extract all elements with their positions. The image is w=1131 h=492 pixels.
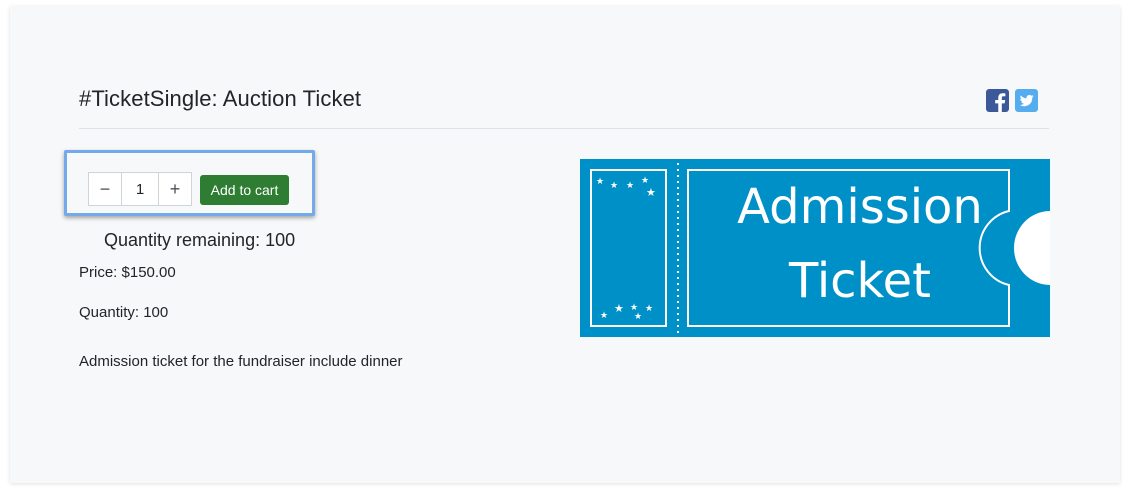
price-text: Price: $150.00 (79, 264, 176, 281)
quantity-remaining: Quantity remaining: 100 (104, 230, 296, 250)
svg-text:★: ★ (596, 177, 604, 187)
svg-text:★: ★ (626, 181, 634, 191)
quantity-text: Quantity: 100 (79, 304, 169, 321)
facebook-icon[interactable] (986, 89, 1009, 112)
quantity-input[interactable]: 1 (121, 173, 159, 205)
ticket-image: ★ ★ ★ ★ ★ ★ ★ ★ ★ ★ Admission Ticket (580, 159, 1050, 337)
add-to-cart-button[interactable]: Add to cart (200, 175, 289, 205)
title-divider (79, 128, 1049, 129)
svg-text:★: ★ (645, 304, 653, 314)
svg-text:★: ★ (646, 186, 656, 199)
ticket-line-2: Ticket (788, 253, 931, 309)
twitter-icon[interactable] (1015, 89, 1038, 112)
decrement-button[interactable]: − (89, 173, 121, 205)
ticket-line-1: Admission (737, 179, 983, 235)
svg-text:★: ★ (610, 181, 618, 191)
svg-text:★: ★ (600, 311, 608, 321)
quantity-stepper: − 1 + (88, 172, 192, 206)
svg-text:★: ★ (641, 176, 649, 186)
svg-text:★: ★ (634, 312, 642, 322)
product-description: Admission ticket for the fundraiser incl… (79, 353, 403, 370)
svg-text:★: ★ (614, 302, 624, 315)
increment-button[interactable]: + (159, 173, 191, 205)
social-share (986, 89, 1038, 112)
page-title: #TicketSingle: Auction Ticket (79, 86, 362, 111)
